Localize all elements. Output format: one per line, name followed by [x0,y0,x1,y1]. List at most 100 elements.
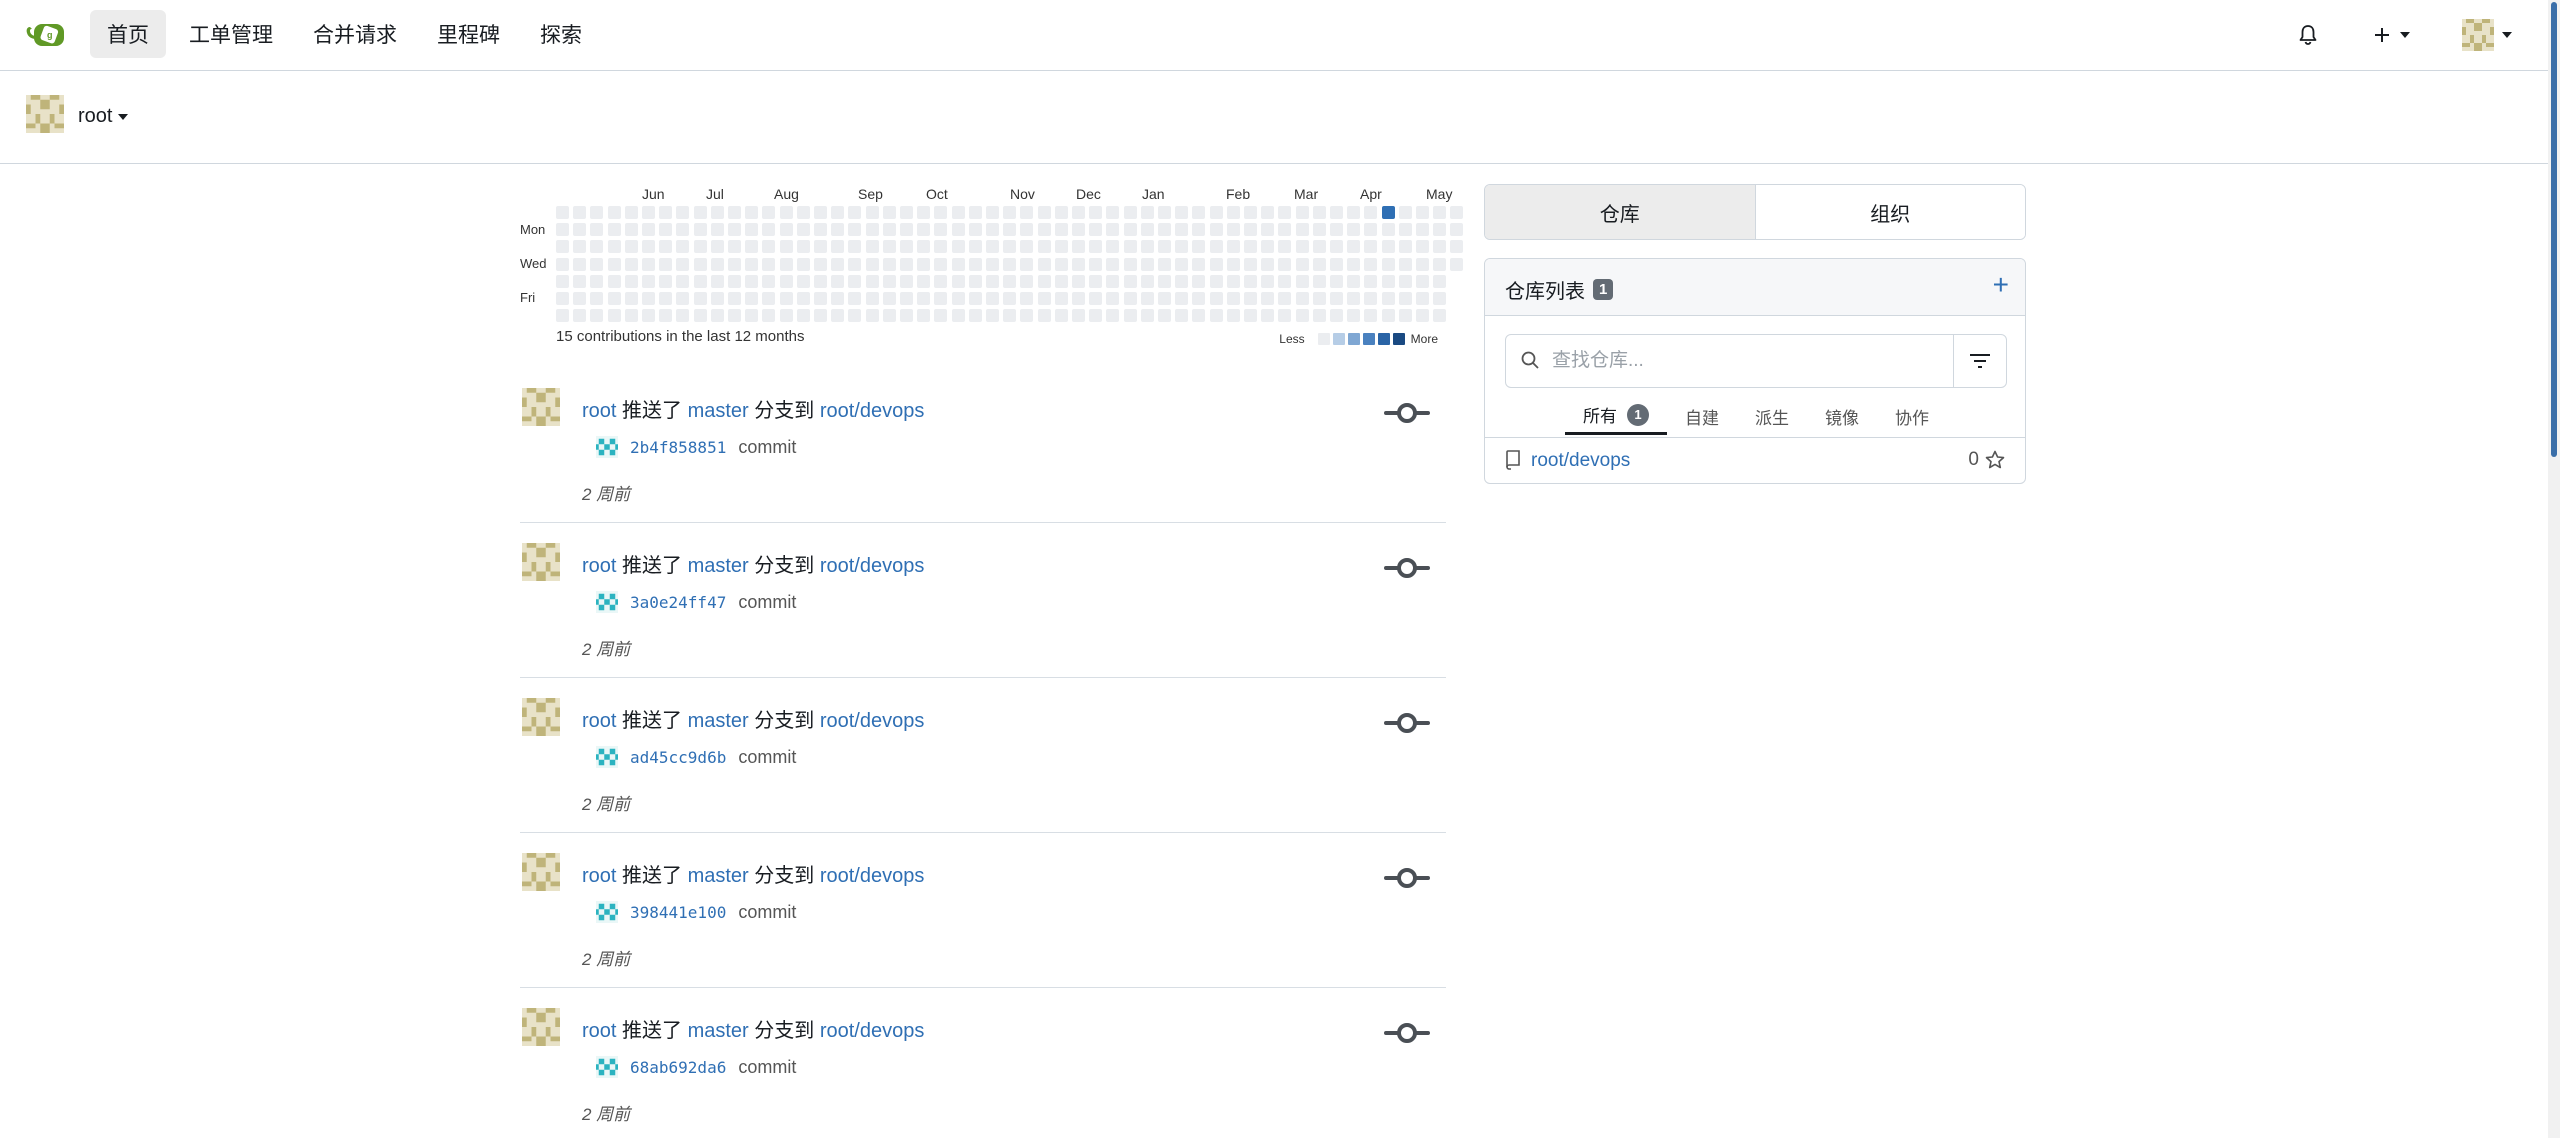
heatmap-cell[interactable] [745,309,759,323]
heatmap-cell[interactable] [1192,257,1206,271]
heatmap-cell[interactable] [1089,206,1103,219]
heatmap-cell[interactable] [1020,292,1034,305]
heatmap-cell[interactable] [796,257,810,271]
heatmap-cell[interactable] [1226,292,1240,305]
heatmap-cell[interactable] [986,223,999,237]
heatmap-cell[interactable] [693,309,707,323]
heatmap-cell[interactable] [1278,257,1292,271]
heatmap-cell[interactable] [745,274,759,288]
heatmap-cell[interactable] [1347,257,1361,271]
heatmap-cell[interactable] [1054,223,1068,237]
heatmap-cell[interactable] [1158,240,1171,254]
heatmap-cell[interactable] [1295,292,1309,305]
feed-user-link[interactable]: root [582,865,616,887]
heatmap-cell[interactable] [831,206,845,219]
heatmap-cell[interactable] [1209,309,1223,323]
heatmap-cell[interactable] [1278,309,1292,323]
heatmap-cell[interactable] [968,309,982,323]
heatmap-cell[interactable] [1364,309,1378,323]
heatmap-cell[interactable] [1381,223,1395,237]
heatmap-cell[interactable] [1433,309,1447,323]
feed-user-link[interactable]: root [582,710,616,732]
heatmap-cell[interactable] [900,292,913,305]
heatmap-cell[interactable] [1398,257,1412,271]
page-scrollbar[interactable] [2548,0,2560,1138]
heatmap-cell[interactable] [1054,206,1068,219]
heatmap-cell[interactable] [1450,257,1464,271]
feed-repo-link[interactable]: root/devops [820,710,925,732]
heatmap-cell[interactable] [745,206,759,219]
heatmap-cell[interactable] [882,223,896,237]
heatmap-cell[interactable] [986,292,999,305]
heatmap-cell[interactable] [607,292,621,305]
heatmap-cell[interactable] [1364,206,1378,219]
heatmap-cell[interactable] [556,206,569,219]
heatmap-cell[interactable] [573,240,587,254]
heatmap-cell[interactable] [1433,257,1447,271]
heatmap-cell[interactable] [762,274,776,288]
heatmap-cell[interactable] [917,240,931,254]
heatmap-cell[interactable] [710,292,724,305]
heatmap-cell[interactable] [1072,240,1085,254]
heatmap-cell[interactable] [865,274,879,288]
heatmap-cell[interactable] [1381,240,1395,254]
heatmap-cell[interactable] [1106,292,1120,305]
heatmap-cell[interactable] [1364,292,1378,305]
heatmap-cell[interactable] [728,257,741,271]
heatmap-cell[interactable] [1123,223,1137,237]
heatmap-cell[interactable] [1089,292,1103,305]
heatmap-cell[interactable] [1398,274,1412,288]
commit-sha-link[interactable]: 2b4f858851 [630,438,726,457]
heatmap-cell[interactable] [934,240,948,254]
heatmap-cell[interactable] [693,257,707,271]
heatmap-cell[interactable] [814,223,827,237]
heatmap-cell[interactable] [590,309,604,323]
heatmap-cell[interactable] [728,223,741,237]
heatmap-cell[interactable] [1416,274,1429,288]
heatmap-cell[interactable] [556,223,569,237]
scrollbar-thumb[interactable] [2551,2,2557,457]
heatmap-cell[interactable] [693,274,707,288]
repo-filter-button[interactable] [1953,335,2006,387]
heatmap-cell[interactable] [1381,292,1395,305]
heatmap-cell[interactable] [1381,309,1395,323]
heatmap-cell[interactable] [1226,309,1240,323]
heatmap-cell[interactable] [1261,274,1275,288]
heatmap-cell[interactable] [1123,206,1137,219]
heatmap-cell[interactable] [607,257,621,271]
heatmap-cell[interactable] [951,206,965,219]
heatmap-cell[interactable] [1433,223,1447,237]
heatmap-cell[interactable] [590,292,604,305]
heatmap-cell[interactable] [1175,257,1189,271]
repo-list-item[interactable]: root/devops 0 [1485,437,2025,483]
heatmap-cell[interactable] [1312,292,1326,305]
user-menu-dropdown[interactable] [2462,19,2512,51]
subtab-sources[interactable]: 自建 [1667,397,1737,435]
heatmap-cell[interactable] [642,309,655,323]
heatmap-cell[interactable] [1123,292,1137,305]
heatmap-cell[interactable] [710,274,724,288]
heatmap-cell[interactable] [1037,274,1051,288]
heatmap-cell[interactable] [796,240,810,254]
heatmap-cell[interactable] [1175,240,1189,254]
tab-organizations[interactable]: 组织 [1755,185,2025,239]
heatmap-cell[interactable] [796,309,810,323]
heatmap-cell[interactable] [986,309,999,323]
heatmap-cell[interactable] [848,223,862,237]
heatmap-cell[interactable] [1140,223,1154,237]
heatmap-cell[interactable] [951,274,965,288]
heatmap-cell[interactable] [762,206,776,219]
heatmap-cell[interactable] [745,292,759,305]
heatmap-cell[interactable] [1123,240,1137,254]
heatmap-cell[interactable] [1192,206,1206,219]
heatmap-cell[interactable] [1003,240,1017,254]
heatmap-cell[interactable] [968,223,982,237]
heatmap-cell[interactable] [1209,206,1223,219]
heatmap-cell[interactable] [642,274,655,288]
heatmap-cell[interactable] [831,223,845,237]
heatmap-cell[interactable] [573,206,587,219]
heatmap-cell[interactable] [986,274,999,288]
heatmap-cell[interactable] [1020,274,1034,288]
heatmap-cell[interactable] [882,292,896,305]
feed-user-link[interactable]: root [582,400,616,422]
